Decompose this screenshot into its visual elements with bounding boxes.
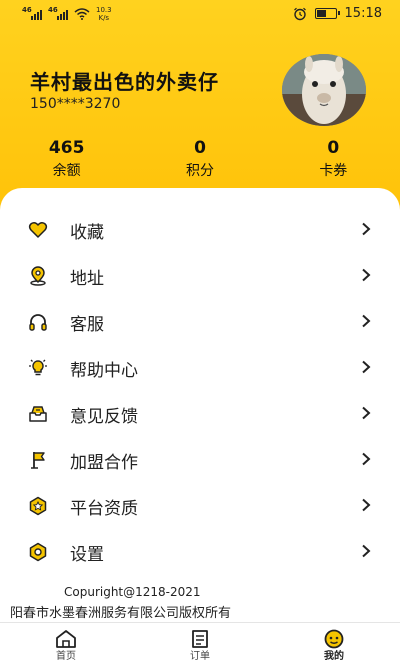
heart-icon [28,222,48,238]
chevron-right-icon [362,544,371,558]
stat-coupons[interactable]: 0 卡券 [267,138,400,180]
menu-item-favorites[interactable]: 收藏 [0,206,400,252]
tab-label: 我的 [324,651,344,660]
stat-value: 0 [194,138,206,158]
location-pin-icon [30,266,46,286]
tab-home[interactable]: 首页 [36,623,96,660]
lightbulb-icon [29,359,47,376]
menu-label: 设置 [70,545,104,565]
menu-label: 意见反馈 [70,407,138,427]
badge-icon [29,496,47,516]
tab-profile[interactable]: 我的 [304,623,364,660]
copyright-text: Copuright@1218-2021 [64,585,201,599]
menu-item-feedback[interactable]: 意见反馈 [0,390,400,436]
stat-value: 0 [327,138,340,158]
stat-value: 465 [48,138,85,158]
status-bar: 46 46 10.3 K/s 15:18 [0,0,400,30]
menu-label: 帮助中心 [70,361,138,381]
headphones-icon [29,314,47,331]
menu-item-customer-service[interactable]: 客服 [0,298,400,344]
menu-item-settings[interactable]: 设置 [0,528,400,574]
menu-label: 加盟合作 [70,453,138,473]
chevron-right-icon [362,452,371,466]
avatar[interactable] [282,54,366,126]
flag-icon [31,452,45,469]
profile-face-icon [324,629,344,649]
chevron-right-icon [362,314,371,328]
menu-item-address[interactable]: 地址 [0,252,400,298]
tab-label: 订单 [190,651,210,660]
signal-icon: 46 [48,6,68,20]
menu-item-franchise[interactable]: 加盟合作 [0,436,400,482]
stat-label: 卡券 [319,163,348,179]
network-speed: 10.3 K/s [96,6,112,22]
alpaca-avatar-image [282,54,366,126]
feedback-tray-icon [29,406,47,422]
clock-time: 15:18 [344,6,382,21]
tab-orders[interactable]: 订单 [170,623,230,660]
chevron-right-icon [362,360,371,374]
menu-label: 平台资质 [70,499,138,519]
chevron-right-icon [362,406,371,420]
username: 羊村最出色的外卖仔 [30,70,219,94]
company-name: 阳春市水墨春洲服务有限公司版权所有 [10,606,232,621]
menu-item-help-center[interactable]: 帮助中心 [0,344,400,390]
wifi-icon [74,8,90,20]
chevron-right-icon [362,268,371,282]
alarm-icon [293,7,306,20]
account-stats: 465 余额 0 积分 0 卡券 [0,138,400,180]
tab-label: 首页 [56,651,76,660]
stat-points[interactable]: 0 积分 [133,138,266,180]
stat-label: 积分 [185,163,214,179]
battery-icon [314,8,340,19]
signal-icon: 46 [22,6,42,20]
stat-balance[interactable]: 465 余额 [0,138,133,180]
order-icon [192,630,208,648]
chevron-right-icon [362,498,371,512]
phone-number: 150****3270 [30,96,121,112]
bottom-tab-bar: 首页 订单 我的 [0,622,400,660]
home-icon [56,630,76,648]
menu-item-qualifications[interactable]: 平台资质 [0,482,400,528]
menu-label: 收藏 [70,223,104,243]
settings-icon [29,542,47,562]
stat-label: 余额 [52,163,81,179]
menu-label: 客服 [70,315,104,335]
chevron-right-icon [362,222,371,236]
menu-label: 地址 [70,269,104,289]
